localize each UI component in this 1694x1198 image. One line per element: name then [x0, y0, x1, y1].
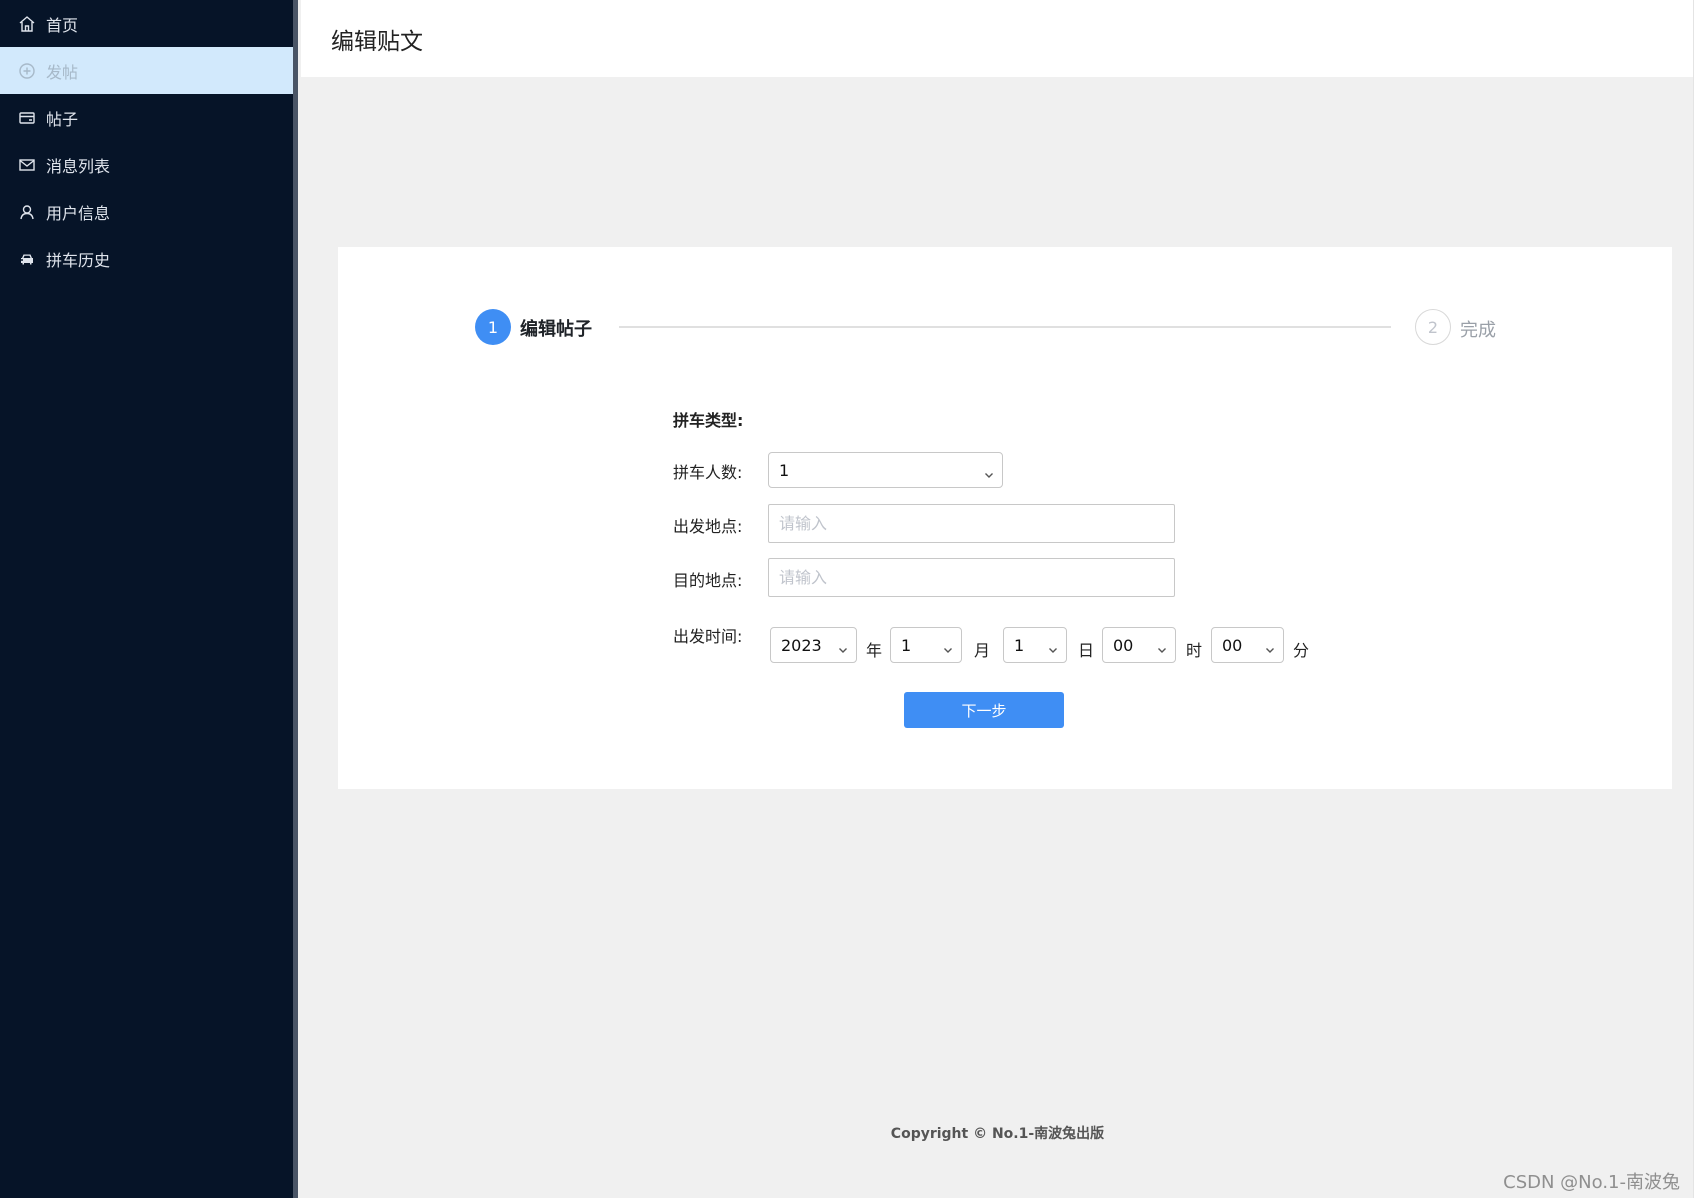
passenger-count-select[interactable]: 1 [768, 452, 1003, 488]
chevron-down-icon [1265, 640, 1275, 653]
watermark: CSDN @No.1-南波兔 [1503, 1172, 1680, 1193]
sidebar-item-label: 用户信息 [46, 203, 111, 223]
carpool-type-label: 拼车类型: [673, 411, 744, 430]
passenger-count-value: 1 [779, 460, 790, 480]
sidebar-item-user-info[interactable]: 用户信息 [0, 188, 298, 235]
chevron-down-icon [943, 640, 953, 653]
sidebar-item-label: 拼车历史 [46, 250, 111, 270]
departure-time-label: 出发时间: [673, 627, 743, 646]
hour-select[interactable]: 00 [1102, 627, 1176, 663]
step-2-label: 完成 [1460, 320, 1496, 341]
sidebar-item-label: 发帖 [46, 62, 79, 82]
step-connector [619, 326, 1391, 328]
day-unit: 日 [1078, 641, 1095, 660]
sidebar-item-label: 首页 [46, 15, 79, 35]
day-value: 1 [1014, 635, 1025, 655]
month-value: 1 [901, 635, 912, 655]
step-1-label: 编辑帖子 [520, 319, 592, 340]
passenger-count-label: 拼车人数: [673, 463, 743, 482]
sidebar-item-post[interactable]: 发帖 [0, 47, 293, 94]
user-icon [18, 203, 36, 221]
step-1-circle: 1 [475, 309, 511, 345]
destination-input[interactable] [768, 558, 1175, 597]
sidebar-item-messages[interactable]: 消息列表 [0, 141, 298, 188]
form-card: 1 编辑帖子 2 完成 拼车类型: 拼车人数: 出发地点: 目的地点: 出发时间… [338, 247, 1672, 789]
sidebar-item-label: 帖子 [46, 109, 79, 129]
step-2-circle: 2 [1415, 309, 1451, 345]
page-title: 编辑贴文 [331, 29, 423, 55]
steps: 1 编辑帖子 2 完成 [475, 309, 1505, 345]
car-icon [18, 250, 36, 268]
wallet-icon [18, 109, 36, 127]
minute-value: 00 [1222, 635, 1243, 655]
copyright-footer: Copyright © No.1-南波兔出版 [890, 1126, 1105, 1142]
month-unit: 月 [974, 641, 991, 660]
hour-unit: 时 [1186, 641, 1203, 660]
minute-select[interactable]: 00 [1211, 627, 1284, 663]
year-value: 2023 [781, 635, 822, 655]
mail-icon [18, 156, 36, 174]
plus-circle-icon [18, 62, 36, 80]
year-select[interactable]: 2023 [770, 627, 857, 663]
page-header: 编辑贴文 [301, 0, 1694, 77]
sidebar-item-home[interactable]: 首页 [0, 0, 298, 47]
sidebar-item-posts[interactable]: 帖子 [0, 94, 298, 141]
home-icon [18, 15, 36, 33]
hour-value: 00 [1113, 635, 1134, 655]
sidebar: 首页 发帖 帖子 消息列表 用户信息 拼车历史 [0, 0, 298, 1198]
destination-label: 目的地点: [673, 571, 743, 590]
sidebar-item-history[interactable]: 拼车历史 [0, 235, 298, 282]
main-area: 编辑贴文 1 编辑帖子 2 完成 拼车类型: 拼车人数: 出发地点: 目的地点:… [301, 0, 1694, 1198]
month-select[interactable]: 1 [890, 627, 962, 663]
departure-label: 出发地点: [673, 517, 743, 536]
chevron-down-icon [984, 465, 994, 478]
minute-unit: 分 [1293, 641, 1310, 660]
next-step-button[interactable]: 下一步 [904, 692, 1064, 728]
sidebar-item-label: 消息列表 [46, 156, 111, 176]
chevron-down-icon [838, 640, 848, 653]
departure-input[interactable] [768, 504, 1175, 543]
chevron-down-icon [1048, 640, 1058, 653]
year-unit: 年 [866, 641, 883, 660]
day-select[interactable]: 1 [1003, 627, 1067, 663]
sidebar-scrollbar[interactable] [293, 44, 298, 92]
chevron-down-icon [1157, 640, 1167, 653]
